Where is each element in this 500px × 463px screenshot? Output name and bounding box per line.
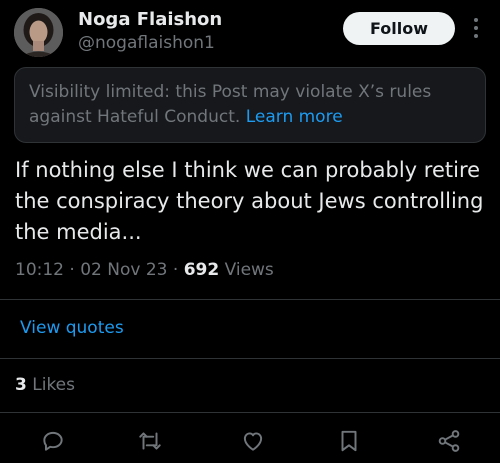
views-label: Views [224,260,274,280]
display-name[interactable]: Noga Flaishon [78,9,222,30]
follow-button[interactable]: Follow [343,12,455,45]
handle[interactable]: @nogaflaishon1 [78,33,215,53]
more-dot [474,18,478,22]
more-options-icon[interactable] [468,14,484,42]
post-date[interactable]: 02 Nov 23 [80,260,167,280]
more-dot [474,34,478,38]
divider [0,299,500,300]
divider [0,358,500,359]
notice-text: Visibility limited: this Post may violat… [29,82,432,127]
post-meta: 10:12 · 02 Nov 23 · 692 Views [15,260,274,280]
meta-separator: · [69,260,75,280]
views-count: 692 [183,260,220,280]
meta-separator: · [172,260,179,280]
reply-icon[interactable] [40,428,68,456]
post-text: If nothing else I think we can probably … [15,158,484,244]
likes-label: Likes [32,375,75,395]
divider [0,412,500,413]
post-header: Noga Flaishon @nogaflaishon1 Follow [0,0,500,62]
action-bar [0,422,500,462]
post-time[interactable]: 10:12 [15,260,64,280]
avatar-image [14,8,63,57]
avatar[interactable] [14,8,63,57]
likes-count-row[interactable]: 3 Likes [15,375,75,395]
repost-icon[interactable] [137,428,165,456]
bookmark-icon[interactable] [336,428,364,456]
more-dot [474,26,478,30]
likes-count: 3 [15,375,27,395]
like-icon[interactable] [240,428,268,456]
view-quotes-link[interactable]: View quotes [20,318,124,338]
share-icon[interactable] [436,428,464,456]
visibility-notice: Visibility limited: this Post may violat… [14,67,486,143]
learn-more-link[interactable]: Learn more [246,107,343,127]
